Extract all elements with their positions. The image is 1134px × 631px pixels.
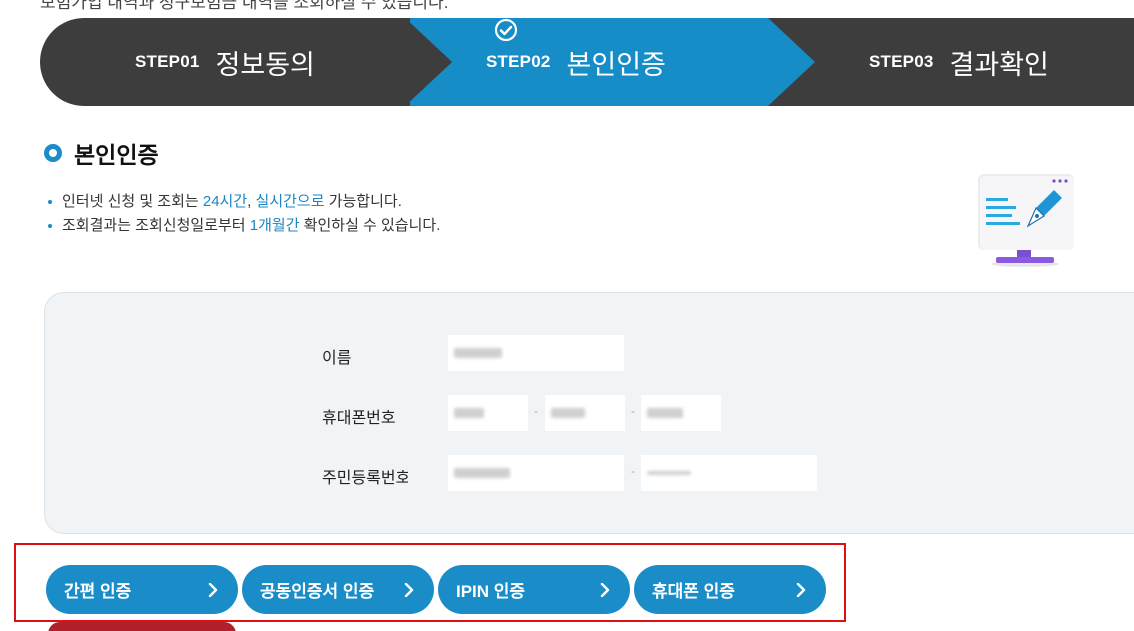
ipin-auth-label: IPIN 인증 (456, 582, 526, 601)
step-progress-bar: STEP01 정보동의 STEP02 본인인증 STEP03 결과확인 (40, 18, 1134, 106)
step-3: STEP03 결과확인 (869, 18, 1049, 106)
phone-auth-button[interactable]: 휴대폰 인증 (634, 565, 826, 614)
chevron-right-icon (796, 582, 806, 597)
dash-separator: - (534, 404, 538, 418)
step-2-name: 본인인증 (566, 49, 666, 80)
page-title: 본인인증 (74, 142, 159, 168)
simple-auth-button[interactable]: 간편 인증 (46, 565, 238, 614)
notice-item: 조회결과는 조회신청일로부터 1개월간 확인하실 수 있습니다. (48, 214, 440, 238)
ipin-auth-button[interactable]: IPIN 인증 (438, 565, 630, 614)
step-2-number: STEP02 (486, 52, 551, 71)
chevron-right-icon (208, 582, 218, 597)
joint-certificate-auth-label: 공동인증서 인증 (260, 582, 375, 601)
masked-value (647, 408, 683, 418)
masked-value (454, 408, 484, 418)
phone-label: 휴대폰번호 (322, 410, 396, 427)
notice-item: 인터넷 신청 및 조회는 24시간, 실시간으로 가능합니다. (48, 190, 440, 214)
chevron-right-icon (404, 582, 414, 597)
step-3-name: 결과확인 (949, 49, 1049, 80)
rrn-front-field[interactable] (448, 455, 624, 491)
name-label: 이름 (322, 350, 352, 367)
phone-middle-field[interactable] (545, 395, 625, 431)
monitor-pen-icon (978, 174, 1074, 267)
intro-text: 보험가입 내역과 청구보험금 내역을 조회하실 수 있습니다. (40, 0, 449, 12)
masked-value (551, 408, 585, 418)
dash-separator: - (631, 464, 635, 478)
dash-separator: - (631, 404, 635, 418)
rrn-label: 주민등록번호 (322, 470, 408, 487)
phone-auth-label: 휴대폰 인증 (652, 582, 735, 601)
joint-certificate-auth-button[interactable]: 공동인증서 인증 (242, 565, 434, 614)
section-heading: 본인인증 (44, 136, 159, 170)
step-3-number: STEP03 (869, 52, 934, 71)
masked-value (454, 468, 510, 478)
check-circle-icon (494, 18, 518, 42)
notice-list: 인터넷 신청 및 조회는 24시간, 실시간으로 가능합니다. 조회결과는 조회… (48, 190, 440, 238)
phone-last-field[interactable] (641, 395, 721, 431)
simple-auth-label: 간편 인증 (64, 582, 132, 601)
next-action-button-partial[interactable] (48, 622, 236, 631)
step-1: STEP01 정보동의 (135, 18, 315, 106)
rrn-back-field[interactable] (641, 455, 817, 491)
circle-bullet-icon (44, 144, 62, 162)
step-2: STEP02 본인인증 (486, 18, 666, 106)
masked-value (647, 471, 691, 475)
name-field[interactable] (448, 335, 624, 371)
masked-value (454, 348, 502, 358)
step-1-number: STEP01 (135, 52, 200, 71)
chevron-right-icon (600, 582, 610, 597)
step-1-name: 정보동의 (215, 49, 315, 80)
phone-prefix-field[interactable] (448, 395, 528, 431)
